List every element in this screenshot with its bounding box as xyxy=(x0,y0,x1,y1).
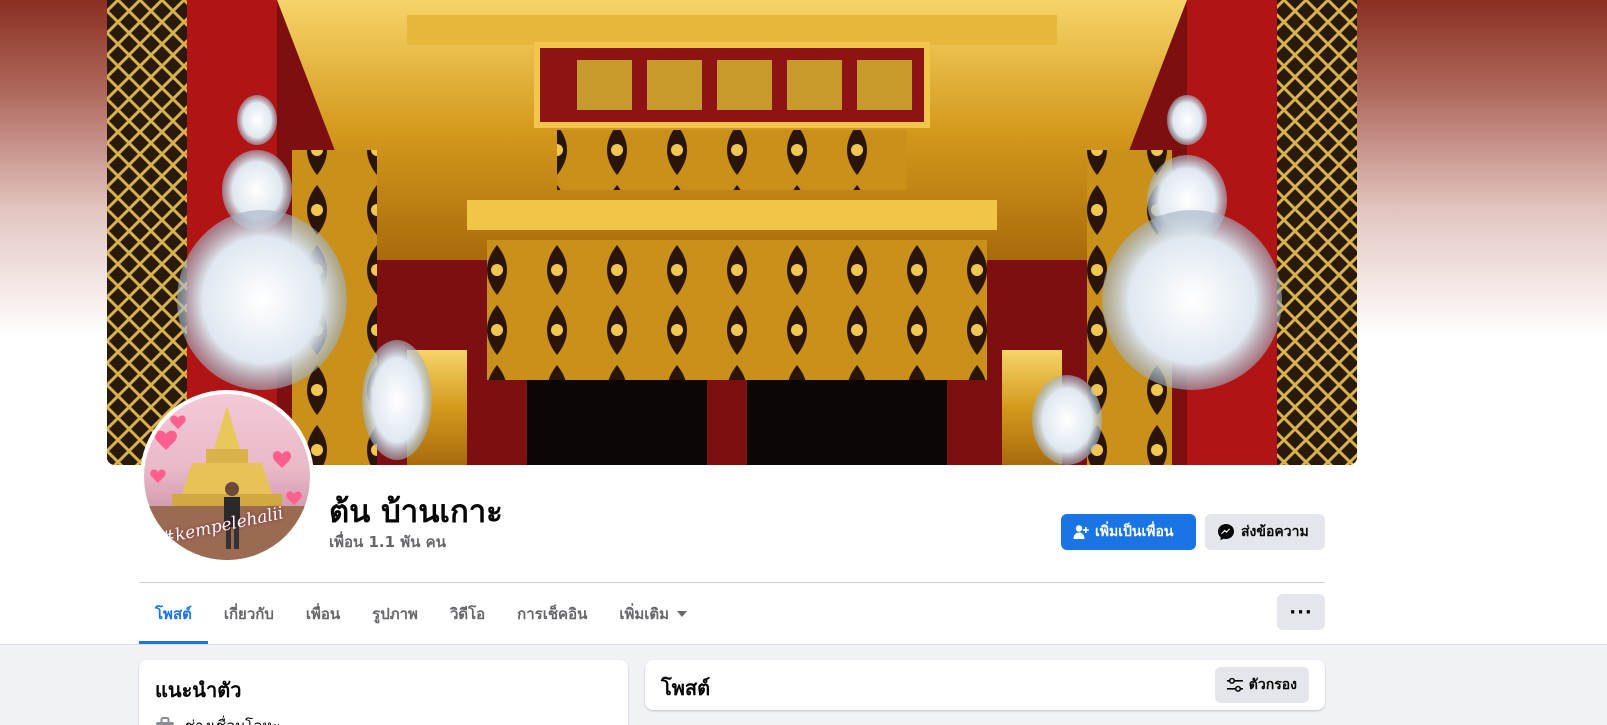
caret-down-icon xyxy=(677,611,688,617)
tab-videos[interactable]: วิดีโอ xyxy=(434,584,501,644)
intro-work-text: ช่างเชื่อมโลหะ xyxy=(185,714,280,725)
tab-friends-label: เพื่อน xyxy=(305,605,341,623)
tab-posts-label: โพสต์ xyxy=(155,605,192,623)
posts-title: โพสต์ xyxy=(661,676,711,700)
add-friend-button[interactable]: เพิ่มเป็นเพื่อน xyxy=(1061,514,1196,550)
profile-avatar[interactable]: #kempelehalii xyxy=(140,390,314,564)
tab-photos[interactable]: รูปภาพ xyxy=(356,584,434,644)
posts-card: โพสต์ ตัวกรอง xyxy=(645,660,1325,710)
filter-button[interactable]: ตัวกรอง xyxy=(1214,667,1309,703)
tab-posts[interactable]: โพสต์ xyxy=(139,584,208,644)
add-friend-label: เพิ่มเป็นเพื่อน xyxy=(1095,524,1174,540)
tab-checkins-label: การเช็คอิน xyxy=(517,605,588,623)
intro-title: แนะนำตัว xyxy=(155,678,242,702)
send-message-button[interactable]: ส่งข้อความ xyxy=(1205,514,1325,550)
tab-videos-label: วิดีโอ xyxy=(449,605,486,623)
profile-name: ต้น บ้านเกาะ xyxy=(329,494,503,530)
tab-photos-label: รูปภาพ xyxy=(372,605,418,623)
profile-divider xyxy=(139,582,1325,583)
cover-photo[interactable] xyxy=(107,0,1357,465)
tab-friends[interactable]: เพื่อน xyxy=(290,584,356,644)
more-options-button[interactable]: ··· xyxy=(1277,594,1325,630)
avatar-photo: #kempelehalii xyxy=(144,394,310,560)
tab-about-label: เกี่ยวกับ xyxy=(223,605,274,623)
briefcase-icon xyxy=(156,717,174,725)
intro-card: แนะนำตัว ช่างเชื่อมโลหะ xyxy=(139,660,628,725)
tab-more-label: เพิ่มเติม xyxy=(619,605,670,623)
tab-more[interactable]: เพิ่มเติม xyxy=(603,584,703,644)
send-message-label: ส่งข้อความ xyxy=(1241,524,1309,540)
profile-tabs: โพสต์ เกี่ยวกับ เพื่อน รูปภาพ วิดีโอ การ… xyxy=(139,584,703,644)
messenger-icon xyxy=(1218,524,1234,541)
filter-icon xyxy=(1226,678,1243,692)
tab-about[interactable]: เกี่ยวกับ xyxy=(208,584,290,644)
filter-label: ตัวกรอง xyxy=(1248,677,1297,693)
intro-work-row: ช่างเชื่อมโลหะ xyxy=(155,714,280,725)
tab-checkins[interactable]: การเช็คอิน xyxy=(501,584,603,644)
friends-count-link[interactable]: เพื่อน 1.1 พัน คน xyxy=(329,530,446,554)
add-friend-icon xyxy=(1073,525,1089,539)
